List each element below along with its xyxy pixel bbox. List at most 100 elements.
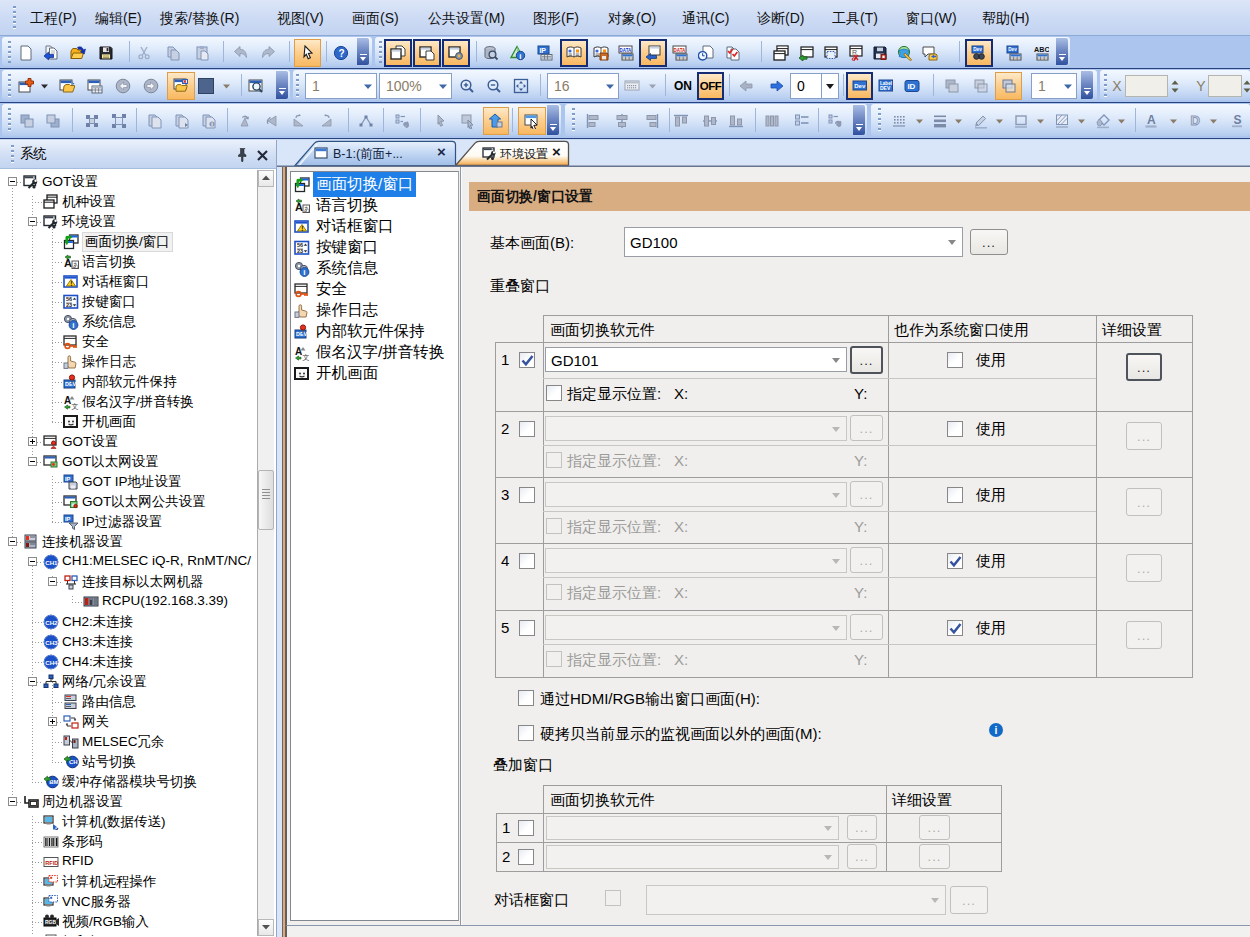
close-screen-button[interactable] — [83, 73, 108, 99]
x-coord-spinner[interactable] — [1168, 75, 1182, 97]
superimpose-row2-enable-checkbox[interactable] — [518, 849, 534, 865]
tree-item[interactable]: 站号切换 — [82, 753, 136, 771]
superimpose-row1-detail-button[interactable]: ... — [919, 815, 950, 840]
copy-objects-button[interactable] — [143, 108, 168, 134]
copy-button[interactable] — [161, 40, 186, 66]
toolbar-overflow-button[interactable] — [1081, 71, 1093, 99]
overlap-row5-detail-button[interactable]: ... — [1126, 621, 1162, 649]
tab2-close-icon[interactable]: × — [552, 143, 561, 160]
system-env-button[interactable] — [384, 39, 412, 67]
combo-arrow-icon[interactable] — [832, 427, 840, 432]
overlap-row2-device-browse-button[interactable]: ... — [850, 415, 883, 441]
rotate-right-button[interactable] — [314, 108, 339, 134]
overlap-row2-use-checkbox[interactable] — [947, 421, 963, 437]
overlap-row2-enable-checkbox[interactable] — [519, 421, 535, 437]
menu-9[interactable]: 通讯(C) — [680, 7, 731, 29]
overlap-row1-enable-checkbox[interactable] — [519, 352, 535, 368]
overlap-row1-use-checkbox[interactable] — [947, 352, 963, 368]
tree-item[interactable]: 操作日志 — [82, 353, 136, 371]
nav-item[interactable]: 操作日志 — [294, 300, 381, 321]
tree-item[interactable]: GOT以太网公共设置 — [82, 493, 206, 511]
watch-value-combo[interactable]: 0 — [790, 73, 822, 99]
ip-address-list-button[interactable]: IP — [533, 40, 558, 66]
device-display-button[interactable]: Dev — [846, 72, 873, 100]
superimpose-row1-enable-checkbox[interactable] — [518, 820, 534, 836]
overlap-row1-position-checkbox[interactable] — [546, 385, 562, 401]
combo-arrow-icon[interactable] — [832, 626, 840, 631]
screen-image-button[interactable] — [167, 72, 195, 100]
superimpose-row2-detail-button[interactable]: ... — [919, 844, 950, 869]
dropdown-arrow[interactable] — [1077, 108, 1087, 134]
toolbar-overflow-button[interactable] — [357, 38, 369, 65]
dropdown-arrow[interactable] — [648, 73, 658, 99]
device-list-button[interactable]: Dev — [1002, 40, 1027, 66]
tab-b1[interactable]: B-1:(前面+... — [333, 146, 403, 163]
grid-combo-dropdown[interactable] — [605, 74, 616, 98]
redo-button[interactable] — [257, 40, 282, 66]
dropdown-arrow[interactable] — [954, 108, 964, 134]
zoom-combo-dropdown[interactable] — [438, 74, 449, 98]
superimpose-row1-device-browse-button[interactable]: ... — [847, 815, 877, 840]
scroll-up-button[interactable] — [258, 170, 274, 187]
tree-expand-minus[interactable] — [8, 177, 17, 186]
combo-arrow-icon[interactable] — [832, 493, 840, 498]
screen-number-combo[interactable]: 1 — [305, 73, 377, 99]
cut-button[interactable] — [132, 40, 157, 66]
combo-arrow-icon[interactable] — [832, 358, 840, 363]
tree-item[interactable]: 安全 — [82, 333, 109, 351]
overlap-row3-device-combo[interactable] — [545, 482, 847, 507]
data-check-button[interactable]: i — [506, 40, 531, 66]
tree-item[interactable]: GOT设置 — [42, 173, 98, 191]
data-view-button[interactable] — [479, 40, 504, 66]
combo-arrow-icon[interactable] — [948, 240, 956, 245]
toolbar-overflow-button[interactable] — [853, 105, 865, 135]
window-return-button[interactable] — [794, 40, 819, 66]
nav-item[interactable]: !对话框窗口 — [294, 216, 397, 237]
menu-10[interactable]: 诊断(D) — [755, 7, 806, 29]
new-project-button[interactable] — [14, 40, 39, 66]
watch-next-button[interactable] — [765, 73, 790, 99]
toolbar-overflow-button[interactable] — [547, 105, 559, 135]
tree-item[interactable]: MELSEC冗余 — [82, 733, 165, 751]
tree-expand-minus[interactable] — [28, 557, 37, 566]
tree-item[interactable]: 网关 — [82, 713, 109, 731]
overlap-row4-detail-button[interactable]: ... — [1126, 554, 1162, 582]
dropdown-arrow[interactable] — [1169, 108, 1179, 134]
watch-dropdown-button[interactable] — [822, 73, 839, 99]
tree-item[interactable]: 缓冲存储器模块号切换 — [62, 773, 197, 791]
zoom-fit-button[interactable] — [509, 73, 534, 99]
overlap-row5-use-checkbox[interactable] — [947, 620, 963, 636]
base-screen-browse-button[interactable]: ... — [970, 229, 1008, 255]
overlap-row3-device-browse-button[interactable]: ... — [850, 481, 883, 507]
rotate-button[interactable] — [233, 108, 258, 134]
select-mode-button[interactable] — [294, 39, 321, 67]
object-overlap3-button[interactable] — [995, 72, 1022, 100]
nav-item[interactable]: i系统信息 — [294, 258, 381, 279]
menu-11[interactable]: 工具(T) — [830, 7, 880, 29]
comment-save-button[interactable] — [589, 40, 614, 66]
tree-item[interactable]: 语言切换 — [82, 253, 136, 271]
order-front-button[interactable] — [15, 108, 40, 134]
device-off-button[interactable]: OFF — [697, 72, 724, 100]
style-d-button[interactable]: D — [1183, 108, 1208, 134]
tree-item[interactable]: 假名汉字/拼音转换 — [82, 393, 194, 411]
dialog-window-combo[interactable] — [646, 885, 946, 915]
group-button[interactable] — [80, 108, 105, 134]
tree-item[interactable]: 计算机(数据传送) — [62, 813, 166, 831]
tree-item[interactable]: GOT设置 — [62, 433, 118, 451]
line-color-button[interactable] — [969, 108, 994, 134]
dropdown-arrow[interactable] — [1117, 108, 1127, 134]
overlap-row4-use-checkbox[interactable] — [947, 553, 963, 569]
overlap-row5-device-browse-button[interactable]: ... — [850, 614, 883, 640]
ungroup-button[interactable] — [107, 108, 132, 134]
menu-13[interactable]: 帮助(H) — [980, 7, 1031, 29]
tree-item[interactable]: 对话框窗口 — [82, 273, 150, 291]
tree-item[interactable]: 连接机器设置 — [42, 533, 123, 551]
overlap-level-combo[interactable]: 1 — [1031, 73, 1077, 99]
order-back-button[interactable] — [41, 108, 66, 134]
menu-1[interactable]: 工程(P) — [28, 7, 79, 29]
screen-image-list-button[interactable] — [442, 39, 470, 67]
window-select-button[interactable] — [819, 40, 844, 66]
style-s-button[interactable]: S — [1225, 108, 1250, 134]
dialog-window-browse-button[interactable]: ... — [950, 886, 988, 914]
